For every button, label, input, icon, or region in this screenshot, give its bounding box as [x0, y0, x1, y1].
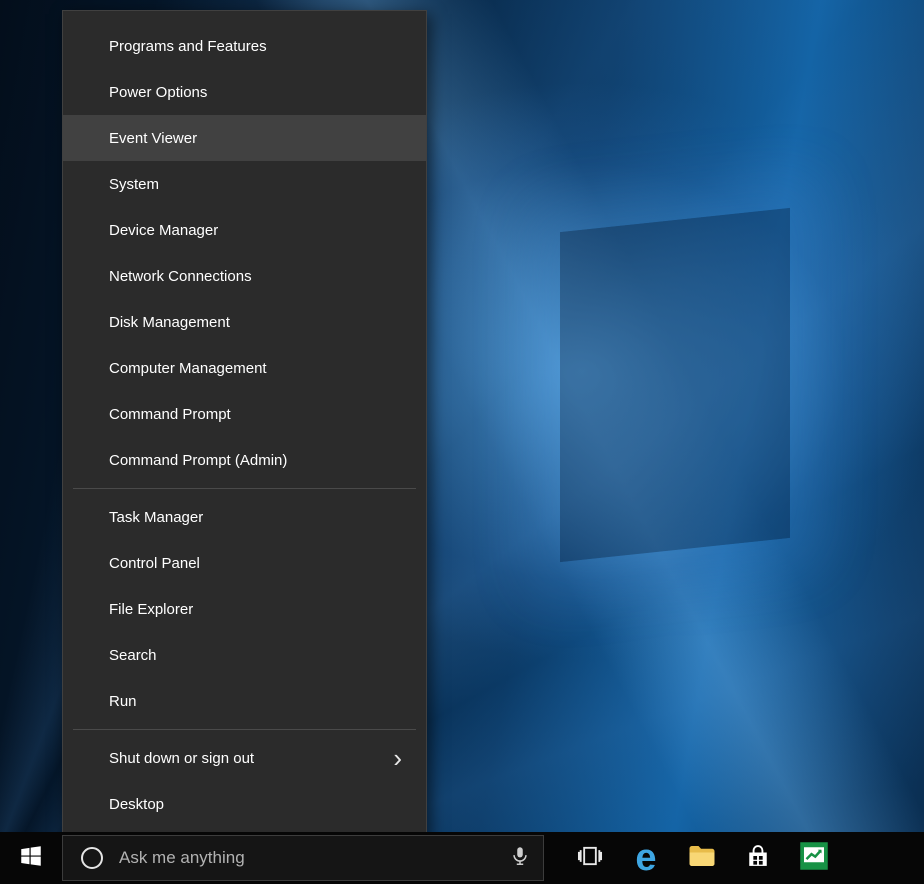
menu-item-label: Control Panel: [109, 555, 408, 572]
microphone-icon: [509, 845, 531, 872]
folder-icon: [687, 841, 717, 876]
money-app-button[interactable]: [786, 832, 842, 884]
menu-item-label: Programs and Features: [109, 38, 408, 55]
task-view-icon: [576, 842, 604, 875]
taskbar: e: [0, 832, 924, 884]
menu-item-network-connections[interactable]: Network Connections: [63, 253, 426, 299]
menu-item-power-options[interactable]: Power Options: [63, 69, 426, 115]
menu-item-disk-management[interactable]: Disk Management: [63, 299, 426, 345]
menu-item-label: Network Connections: [109, 268, 408, 285]
cortana-search-box[interactable]: [62, 835, 544, 881]
menu-item-label: Task Manager: [109, 509, 408, 526]
menu-item-command-prompt[interactable]: Command Prompt: [63, 391, 426, 437]
menu-item-shut-down-or-sign-out[interactable]: Shut down or sign out›: [63, 735, 426, 781]
power-user-menu: Programs and Features Power Options Event …: [62, 10, 427, 838]
file-explorer-button[interactable]: [674, 832, 730, 884]
submenu-chevron-icon: ›: [393, 745, 402, 771]
menu-separator: [73, 488, 416, 489]
menu-item-label: Disk Management: [109, 314, 408, 331]
start-button[interactable]: [0, 832, 62, 884]
menu-item-label: File Explorer: [109, 601, 408, 618]
menu-item-file-explorer[interactable]: File Explorer: [63, 586, 426, 632]
menu-item-control-panel[interactable]: Control Panel: [63, 540, 426, 586]
cortana-ring-icon: [81, 847, 103, 869]
menu-item-label: Search: [109, 647, 408, 664]
task-view-button[interactable]: [562, 832, 618, 884]
menu-item-label: Power Options: [109, 84, 408, 101]
menu-item-label: Device Manager: [109, 222, 408, 239]
menu-item-label: Event Viewer: [109, 130, 408, 147]
menu-item-system[interactable]: System: [63, 161, 426, 207]
shopping-bag-icon: [744, 842, 772, 875]
menu-item-label: System: [109, 176, 408, 193]
menu-item-label: Run: [109, 693, 408, 710]
menu-item-label: Command Prompt (Admin): [109, 452, 408, 469]
money-chart-icon: [799, 841, 829, 876]
edge-browser-button[interactable]: e: [618, 832, 674, 884]
menu-item-command-prompt-admin[interactable]: Command Prompt (Admin): [63, 437, 426, 483]
menu-item-task-manager[interactable]: Task Manager: [63, 494, 426, 540]
store-button[interactable]: [730, 832, 786, 884]
edge-icon: e: [635, 836, 656, 880]
microphone-button[interactable]: [497, 835, 543, 881]
windows-logo-icon: [18, 843, 44, 874]
menu-item-computer-management[interactable]: Computer Management: [63, 345, 426, 391]
menu-item-desktop[interactable]: Desktop: [63, 781, 426, 827]
menu-item-device-manager[interactable]: Device Manager: [63, 207, 426, 253]
menu-item-event-viewer[interactable]: Event Viewer: [63, 115, 426, 161]
menu-item-label: Desktop: [109, 796, 408, 813]
search-input[interactable]: [119, 848, 497, 868]
menu-item-label: Shut down or sign out: [109, 750, 393, 767]
menu-item-programs-and-features[interactable]: Programs and Features: [63, 23, 426, 69]
menu-separator: [73, 729, 416, 730]
menu-item-label: Computer Management: [109, 360, 408, 377]
menu-item-search[interactable]: Search: [63, 632, 426, 678]
menu-item-run[interactable]: Run: [63, 678, 426, 724]
wallpaper-window-glow: [560, 208, 790, 562]
menu-item-label: Command Prompt: [109, 406, 408, 423]
